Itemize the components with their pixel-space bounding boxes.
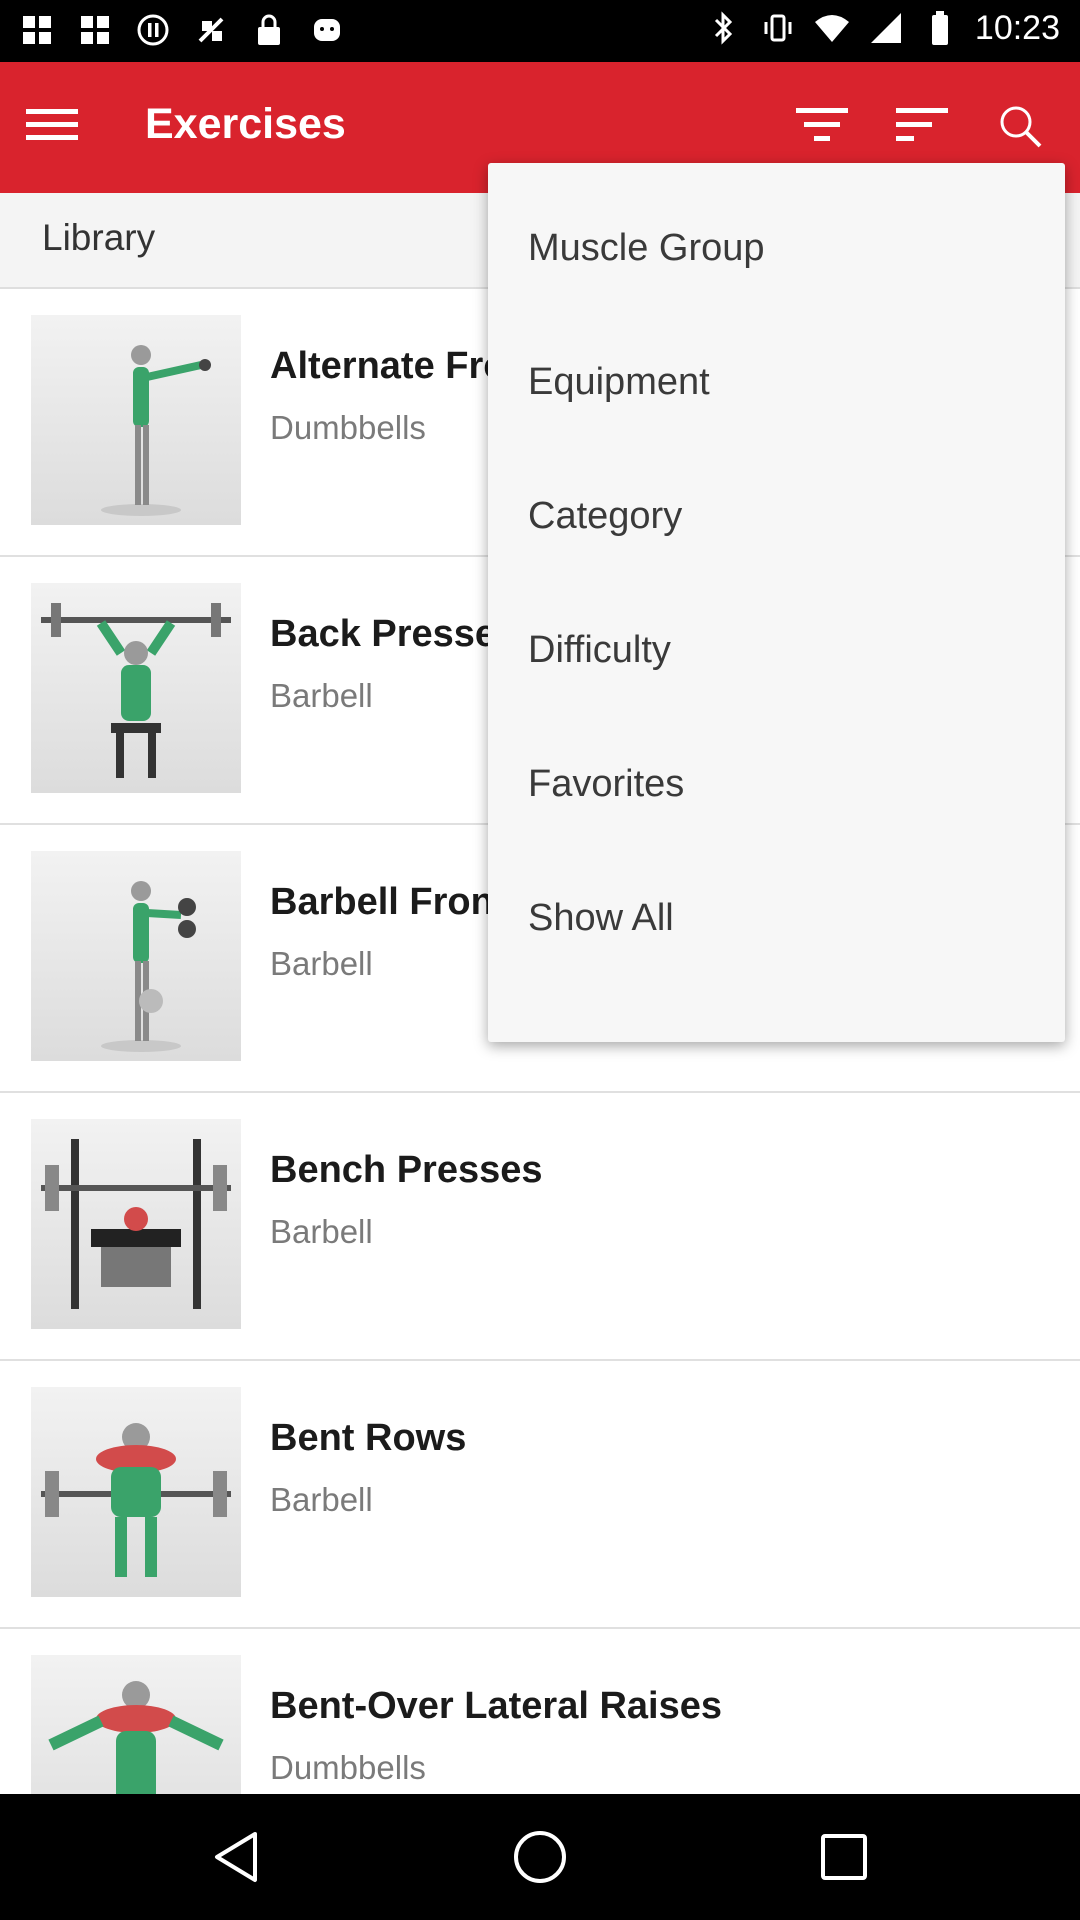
status-time: 10:23	[974, 8, 1060, 47]
exercise-name: Back Presses	[270, 613, 518, 655]
exercise-equipment: Dumbbells	[270, 409, 426, 446]
status-bar: 10:23	[0, 0, 1080, 62]
exercise-thumbnail	[31, 583, 241, 793]
menu-item-label: Favorites	[528, 762, 685, 805]
back-icon[interactable]	[206, 1827, 266, 1887]
menu-item-muscle-group[interactable]: Muscle Group	[488, 181, 1065, 315]
battery-icon	[921, 8, 959, 48]
page-title: Exercises	[145, 100, 346, 148]
exercise-equipment: Barbell	[270, 1213, 373, 1250]
menu-item-show-all[interactable]: Show All	[488, 851, 1065, 985]
lock-icon	[250, 10, 288, 50]
menu-item-difficulty[interactable]: Difficulty	[488, 583, 1065, 717]
exercise-equipment: Barbell	[270, 677, 373, 714]
exercise-name: Bent-Over Lateral Raises	[270, 1685, 722, 1727]
list-item[interactable]: Bench Presses Barbell	[0, 1093, 1080, 1361]
exercise-name: Bent Rows	[270, 1417, 467, 1459]
menu-item-label: Muscle Group	[528, 226, 765, 269]
menu-item-favorites[interactable]: Favorites	[488, 717, 1065, 851]
menu-item-equipment[interactable]: Equipment	[488, 315, 1065, 449]
menu-item-category[interactable]: Category	[488, 449, 1065, 583]
search-icon[interactable]	[990, 96, 1050, 156]
grid-icon	[76, 10, 114, 50]
menu-item-label: Difficulty	[528, 628, 671, 671]
menu-item-label: Equipment	[528, 360, 710, 403]
menu-icon[interactable]	[22, 94, 82, 154]
bluetooth-icon	[705, 8, 743, 48]
recents-icon[interactable]	[814, 1827, 874, 1887]
exercise-thumbnail	[31, 1387, 241, 1597]
pause-circle-icon	[134, 10, 172, 50]
filter-dropdown-menu: Muscle Group Equipment Category Difficul…	[488, 163, 1065, 1042]
menu-item-label: Category	[528, 494, 683, 537]
menu-item-label: Show All	[528, 896, 674, 939]
exercise-thumbnail	[31, 315, 241, 525]
sort-icon[interactable]	[892, 96, 952, 156]
vibrate-icon	[759, 8, 797, 48]
filter-icon[interactable]	[792, 96, 852, 156]
list-item[interactable]: Bent Rows Barbell	[0, 1361, 1080, 1629]
home-icon[interactable]	[510, 1827, 570, 1887]
tab-library[interactable]: Library	[42, 217, 155, 259]
exercise-name: Bench Presses	[270, 1149, 543, 1191]
no-signal-icon	[192, 10, 230, 50]
grid-icon	[18, 10, 56, 50]
exercise-equipment: Barbell	[270, 945, 373, 982]
exercise-equipment: Dumbbells	[270, 1749, 426, 1786]
wifi-icon	[813, 8, 851, 48]
signal-icon	[867, 8, 905, 48]
navigation-bar	[0, 1794, 1080, 1920]
exercise-thumbnail	[31, 851, 241, 1061]
gamepad-icon	[308, 10, 346, 50]
exercise-equipment: Barbell	[270, 1481, 373, 1518]
exercise-thumbnail	[31, 1119, 241, 1329]
